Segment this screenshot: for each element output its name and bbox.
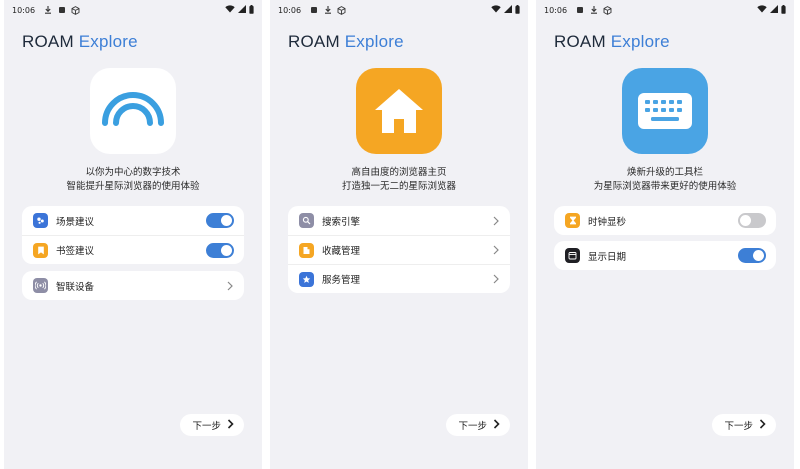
chevron-right-icon: [492, 274, 500, 284]
date-card: 显示日期: [554, 241, 776, 270]
onboarding-screens: 10:06 ROAM Explore 以你为中心的数字技术 智能提升星际浏览器的…: [0, 0, 800, 469]
row-label: 时钟显秒: [588, 216, 627, 228]
homepage-settings-card: 搜索引擎 收藏管理 服务管理: [288, 206, 510, 293]
download-icon: [43, 6, 52, 15]
services-icon: [299, 271, 314, 287]
wifi-icon: [491, 5, 501, 15]
tagline: 焕新升级的工具栏 为星际浏览器带来更好的使用体验: [536, 166, 794, 194]
battery-icon: [249, 4, 254, 16]
chevron-right-icon: [227, 418, 234, 432]
status-time: 10:06: [278, 5, 302, 15]
signal-icon: [238, 5, 246, 15]
suggestions-card: 场景建议 书签建议: [22, 206, 244, 264]
wifi-icon: [225, 5, 235, 15]
notification-icon: [57, 6, 66, 15]
row-label: 显示日期: [588, 251, 627, 263]
tagline-line-2: 打造独一无二的星际浏览器: [341, 181, 456, 192]
download-icon: [323, 6, 332, 15]
settings-row-services[interactable]: 服务管理: [288, 264, 510, 293]
tagline-line-2: 智能提升星际浏览器的使用体验: [66, 181, 200, 192]
settings-row-show-date[interactable]: 显示日期: [554, 241, 776, 270]
status-time: 10:06: [544, 5, 568, 15]
next-step-button[interactable]: 下一步: [180, 414, 244, 436]
notification-icon: [309, 6, 318, 15]
show-date-toggle[interactable]: [738, 248, 766, 263]
brand-primary: ROAM: [22, 32, 74, 51]
tagline-line-1: 高自由度的浏览器主页: [351, 167, 447, 178]
home-icon: [356, 68, 442, 154]
settings-row-favorites[interactable]: 收藏管理: [288, 235, 510, 264]
bookmark-suggestions-toggle[interactable]: [206, 242, 234, 258]
chevron-right-icon: [226, 281, 234, 291]
wifi-icon: [757, 5, 767, 15]
screen-1: 10:06 ROAM Explore 以你为中心的数字技术 智能提升星际浏览器的…: [4, 0, 262, 469]
scene-icon: [33, 213, 48, 228]
row-label: 收藏管理: [322, 246, 361, 257]
download-icon: [589, 6, 598, 15]
tagline-line-1: 以你为中心的数字技术: [85, 167, 181, 178]
tagline-line-2: 为星际浏览器带来更好的使用体验: [593, 181, 737, 192]
cube-icon: [603, 5, 612, 15]
row-label: 场景建议: [56, 216, 95, 228]
settings-row-search-engine[interactable]: 搜索引擎: [288, 206, 510, 235]
calendar-icon: [565, 248, 580, 263]
scene-suggestions-toggle[interactable]: [206, 213, 234, 228]
row-label: 书签建议: [56, 246, 95, 257]
tagline-line-1: 焕新升级的工具栏: [626, 167, 703, 178]
brand-title: ROAM Explore: [554, 32, 670, 52]
brand-secondary: Explore: [78, 32, 138, 51]
brand-title: ROAM Explore: [22, 32, 138, 52]
next-step-label: 下一步: [458, 421, 487, 432]
row-label: 服务管理: [322, 275, 361, 286]
chevron-right-icon: [492, 245, 500, 255]
connected-devices-icon: [33, 278, 48, 293]
status-bar: 10:06: [536, 0, 794, 20]
devices-card: 智联设备: [22, 271, 244, 300]
cube-icon: [71, 5, 80, 15]
signal-icon: [504, 5, 512, 15]
rainbow-arc-icon: [90, 68, 176, 154]
battery-icon: [781, 4, 786, 16]
clock-card: 时钟显秒: [554, 206, 776, 235]
brand-secondary: Explore: [344, 32, 404, 51]
row-label: 智联设备: [56, 281, 95, 293]
battery-icon: [515, 4, 520, 16]
signal-icon: [770, 5, 778, 15]
favorites-icon: [299, 242, 314, 258]
keyboard-icon: [622, 68, 708, 154]
next-step-label: 下一步: [192, 421, 221, 432]
tagline: 以你为中心的数字技术 智能提升星际浏览器的使用体验: [4, 166, 262, 194]
brand-primary: ROAM: [554, 32, 606, 51]
chevron-right-icon: [493, 418, 500, 432]
brand-secondary: Explore: [610, 32, 670, 51]
screen-2: 10:06 ROAM Explore 高自由度的浏览器主页 打造独一无二的星际浏…: [270, 0, 528, 469]
status-bar: 10:06: [270, 0, 528, 20]
status-bar: 10:06: [4, 0, 262, 20]
settings-row-bookmark-suggestions[interactable]: 书签建议: [22, 235, 244, 264]
chevron-right-icon: [759, 418, 766, 432]
next-step-button[interactable]: 下一步: [712, 414, 776, 436]
brand-title: ROAM Explore: [288, 32, 404, 52]
search-icon: [299, 213, 314, 228]
brand-primary: ROAM: [288, 32, 340, 51]
settings-row-connected-devices[interactable]: 智联设备: [22, 271, 244, 300]
status-time: 10:06: [12, 5, 36, 15]
settings-row-scene-suggestions[interactable]: 场景建议: [22, 206, 244, 235]
screen-3: 10:06 ROAM Explore 焕新升级的工具栏 为星际浏览器带来更好的使…: [536, 0, 794, 469]
hourglass-icon: [565, 213, 580, 228]
notification-icon: [575, 6, 584, 15]
clock-seconds-toggle[interactable]: [738, 213, 766, 228]
tagline: 高自由度的浏览器主页 打造独一无二的星际浏览器: [270, 166, 528, 194]
row-label: 搜索引擎: [322, 216, 361, 228]
next-step-label: 下一步: [724, 421, 753, 432]
cube-icon: [337, 5, 346, 15]
next-step-button[interactable]: 下一步: [446, 414, 510, 436]
settings-row-clock-seconds[interactable]: 时钟显秒: [554, 206, 776, 235]
bookmark-icon: [33, 242, 48, 258]
chevron-right-icon: [492, 216, 500, 226]
